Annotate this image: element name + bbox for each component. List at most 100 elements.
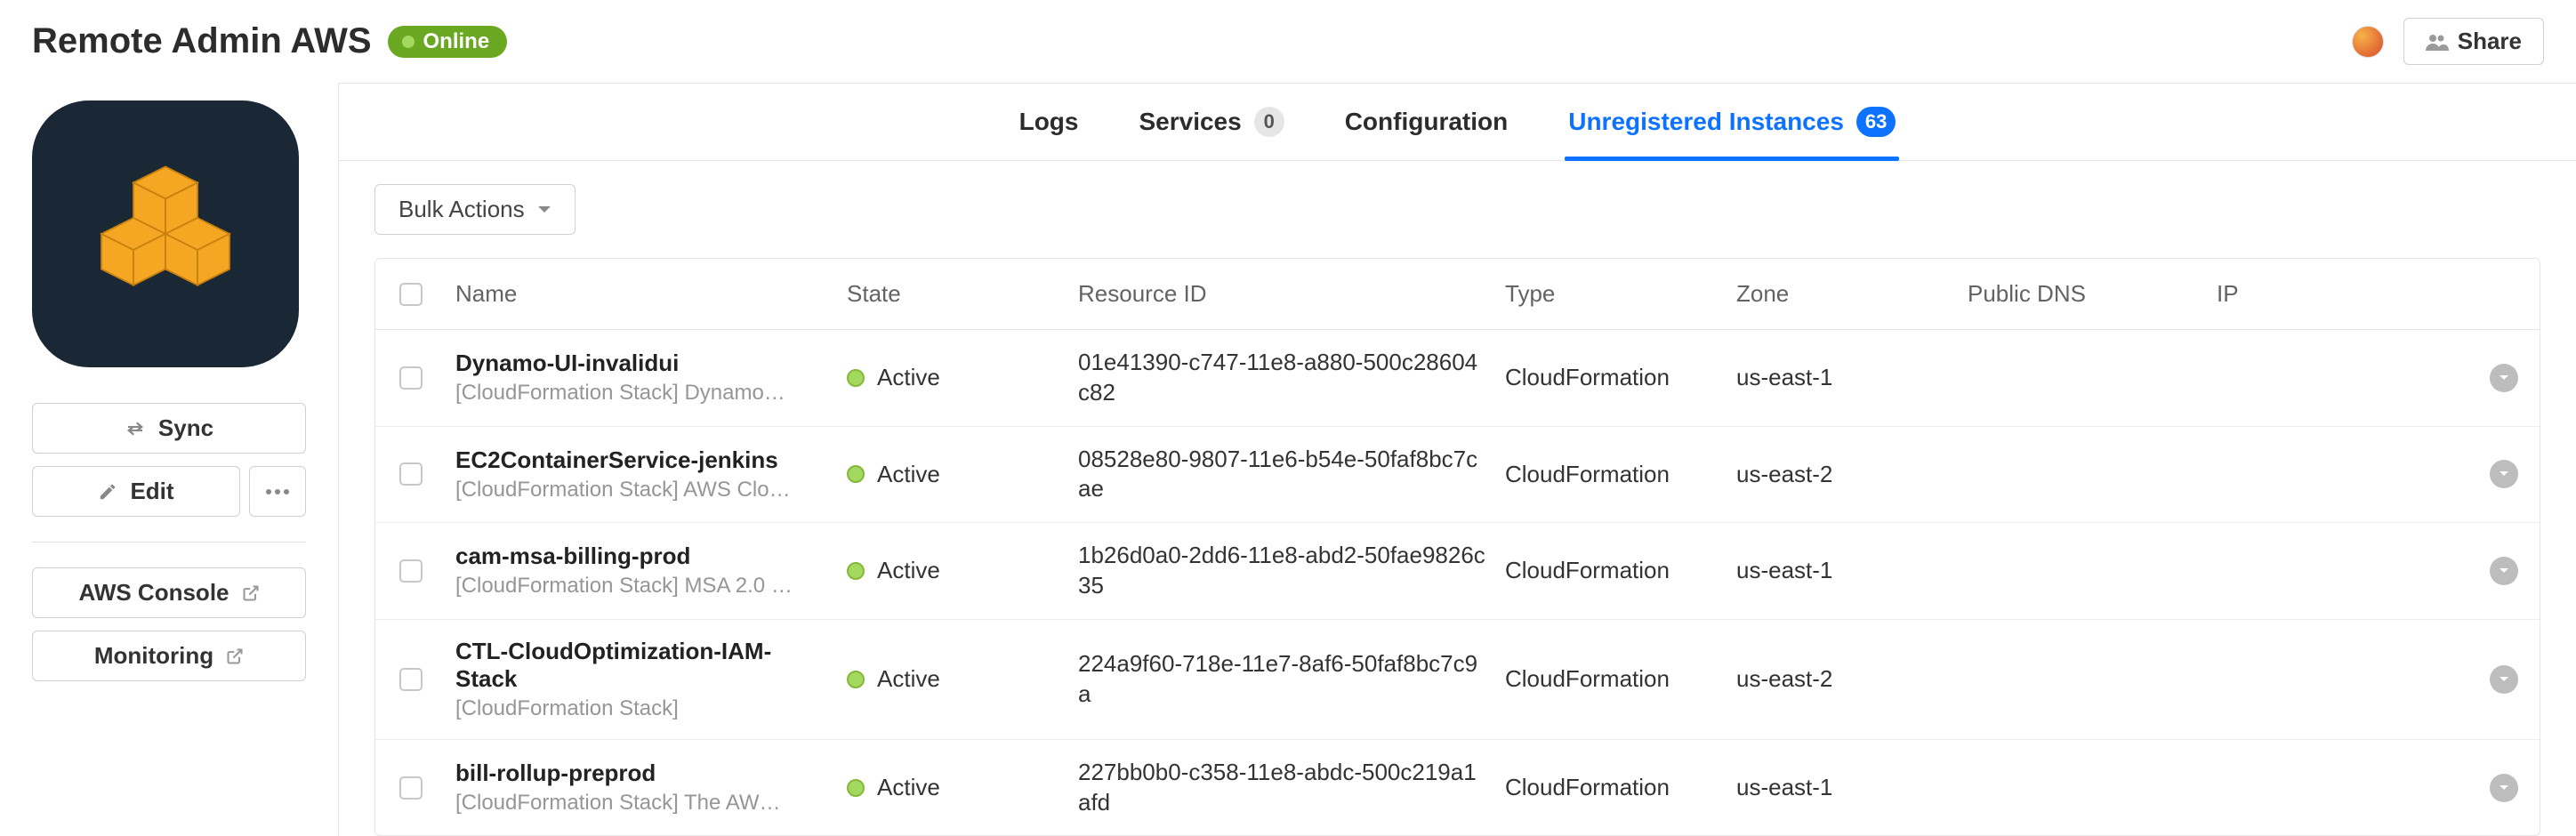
state-text: Active bbox=[877, 665, 940, 693]
chevron-down-icon bbox=[2498, 372, 2510, 384]
row-resource-id: 227bb0b0-c358-11e8-abdc-500c219a1afd bbox=[1069, 740, 1496, 836]
monitoring-label: Monitoring bbox=[94, 642, 213, 670]
monitoring-button[interactable]: Monitoring bbox=[32, 631, 306, 681]
aws-console-label: AWS Console bbox=[78, 579, 229, 607]
row-checkbox[interactable] bbox=[399, 462, 423, 486]
row-zone: us-east-1 bbox=[1727, 539, 1959, 602]
app-logo bbox=[32, 100, 299, 367]
state-text: Active bbox=[877, 774, 940, 801]
sync-button[interactable]: Sync bbox=[32, 403, 306, 454]
row-resource-id: 1b26d0a0-2dd6-11e8-abd2-50fae9826c35 bbox=[1069, 523, 1496, 619]
state-dot-icon bbox=[847, 465, 865, 483]
row-name: CTL-CloudOptimization-IAM-Stack bbox=[455, 638, 829, 693]
row-type: CloudFormation bbox=[1496, 539, 1727, 602]
header: Remote Admin AWS Online Share bbox=[0, 0, 2576, 83]
expand-button[interactable] bbox=[2490, 774, 2518, 802]
state-dot-icon bbox=[847, 671, 865, 688]
instances-table: Name State Resource ID Type Zone Public … bbox=[374, 258, 2540, 836]
row-ip bbox=[2208, 360, 2386, 396]
sidebar: Sync Edit AWS Console Monitoring bbox=[0, 83, 338, 836]
state-text: Active bbox=[877, 461, 940, 488]
status-text: Online bbox=[423, 29, 490, 54]
row-zone: us-east-1 bbox=[1727, 346, 1959, 409]
bulk-label: Bulk Actions bbox=[398, 196, 525, 223]
tab-label: Unregistered Instances bbox=[1568, 108, 1844, 136]
col-public-dns[interactable]: Public DNS bbox=[1959, 259, 2208, 329]
col-resource-id[interactable]: Resource ID bbox=[1069, 259, 1496, 329]
col-type[interactable]: Type bbox=[1496, 259, 1727, 329]
tab-configuration[interactable]: Configuration bbox=[1341, 84, 1512, 160]
row-state: Active bbox=[838, 756, 1069, 819]
chevron-down-icon bbox=[2498, 468, 2510, 480]
row-public-dns bbox=[1959, 662, 2208, 697]
row-public-dns bbox=[1959, 360, 2208, 396]
row-resource-id: 01e41390-c747-11e8-a880-500c28604c82 bbox=[1069, 330, 1496, 426]
row-checkbox[interactable] bbox=[399, 776, 423, 800]
row-state: Active bbox=[838, 539, 1069, 602]
expand-button[interactable] bbox=[2490, 557, 2518, 585]
tab-count: 0 bbox=[1254, 107, 1284, 137]
tabs: Logs Services 0 Configuration Unregister… bbox=[339, 84, 2576, 161]
row-sub: [CloudFormation Stack] AWS Clo… bbox=[455, 478, 829, 502]
row-zone: us-east-2 bbox=[1727, 443, 1959, 506]
more-button[interactable] bbox=[249, 466, 306, 517]
table-row[interactable]: EC2ContainerService-jenkins [CloudFormat… bbox=[375, 427, 2540, 524]
edit-label: Edit bbox=[130, 478, 173, 505]
avatar[interactable] bbox=[2352, 26, 2384, 58]
row-type: CloudFormation bbox=[1496, 443, 1727, 506]
table-row[interactable]: CTL-CloudOptimization-IAM-Stack [CloudFo… bbox=[375, 620, 2540, 740]
row-public-dns bbox=[1959, 553, 2208, 589]
sync-label: Sync bbox=[158, 414, 213, 442]
row-name: bill-rollup-preprod bbox=[455, 760, 829, 787]
page-title: Remote Admin AWS bbox=[32, 21, 372, 61]
state-text: Active bbox=[877, 364, 940, 391]
external-link-icon bbox=[242, 584, 260, 602]
row-state: Active bbox=[838, 647, 1069, 711]
row-resource-id: 224a9f60-718e-11e7-8af6-50faf8bc7c9a bbox=[1069, 631, 1496, 727]
col-zone[interactable]: Zone bbox=[1727, 259, 1959, 329]
row-type: CloudFormation bbox=[1496, 647, 1727, 711]
row-checkbox[interactable] bbox=[399, 559, 423, 583]
col-ip[interactable]: IP bbox=[2208, 259, 2386, 329]
external-link-icon bbox=[226, 647, 244, 665]
aws-cube-icon bbox=[85, 154, 246, 314]
select-all-checkbox[interactable] bbox=[399, 283, 423, 306]
table-row[interactable]: cam-msa-billing-prod [CloudFormation Sta… bbox=[375, 523, 2540, 620]
edit-button[interactable]: Edit bbox=[32, 466, 240, 517]
aws-console-button[interactable]: AWS Console bbox=[32, 567, 306, 618]
table-row[interactable]: Dynamo-UI-invalidui [CloudFormation Stac… bbox=[375, 330, 2540, 427]
expand-button[interactable] bbox=[2490, 665, 2518, 694]
divider bbox=[32, 542, 306, 543]
expand-button[interactable] bbox=[2490, 364, 2518, 392]
tab-unregistered-instances[interactable]: Unregistered Instances 63 bbox=[1565, 84, 1899, 160]
share-label: Share bbox=[2458, 28, 2522, 55]
row-name: Dynamo-UI-invalidui bbox=[455, 350, 829, 377]
row-sub: [CloudFormation Stack] MSA 2.0 … bbox=[455, 574, 829, 599]
share-button[interactable]: Share bbox=[2403, 18, 2544, 65]
caret-down-icon bbox=[537, 205, 551, 214]
state-dot-icon bbox=[847, 779, 865, 797]
row-name: EC2ContainerService-jenkins bbox=[455, 446, 829, 474]
col-state[interactable]: State bbox=[838, 259, 1069, 329]
tab-logs[interactable]: Logs bbox=[1016, 84, 1083, 160]
expand-button[interactable] bbox=[2490, 460, 2518, 488]
table-row[interactable]: bill-rollup-preprod [CloudFormation Stac… bbox=[375, 740, 2540, 836]
row-type: CloudFormation bbox=[1496, 756, 1727, 819]
row-checkbox[interactable] bbox=[399, 366, 423, 390]
row-type: CloudFormation bbox=[1496, 346, 1727, 409]
col-name[interactable]: Name bbox=[447, 259, 838, 329]
row-resource-id: 08528e80-9807-11e6-b54e-50faf8bc7cae bbox=[1069, 427, 1496, 523]
row-sub: [CloudFormation Stack] Dynamo… bbox=[455, 381, 829, 406]
toolbar: Bulk Actions bbox=[339, 161, 2576, 258]
ellipsis-icon bbox=[265, 488, 290, 495]
row-checkbox[interactable] bbox=[399, 668, 423, 691]
tab-label: Configuration bbox=[1345, 108, 1509, 136]
bulk-actions-button[interactable]: Bulk Actions bbox=[374, 184, 576, 235]
table-header: Name State Resource ID Type Zone Public … bbox=[375, 259, 2540, 330]
tab-count: 63 bbox=[1856, 107, 1896, 137]
row-ip bbox=[2208, 553, 2386, 589]
tab-services[interactable]: Services 0 bbox=[1135, 84, 1287, 160]
sync-icon bbox=[125, 418, 146, 439]
row-sub: [CloudFormation Stack] bbox=[455, 696, 829, 721]
chevron-down-icon bbox=[2498, 565, 2510, 577]
